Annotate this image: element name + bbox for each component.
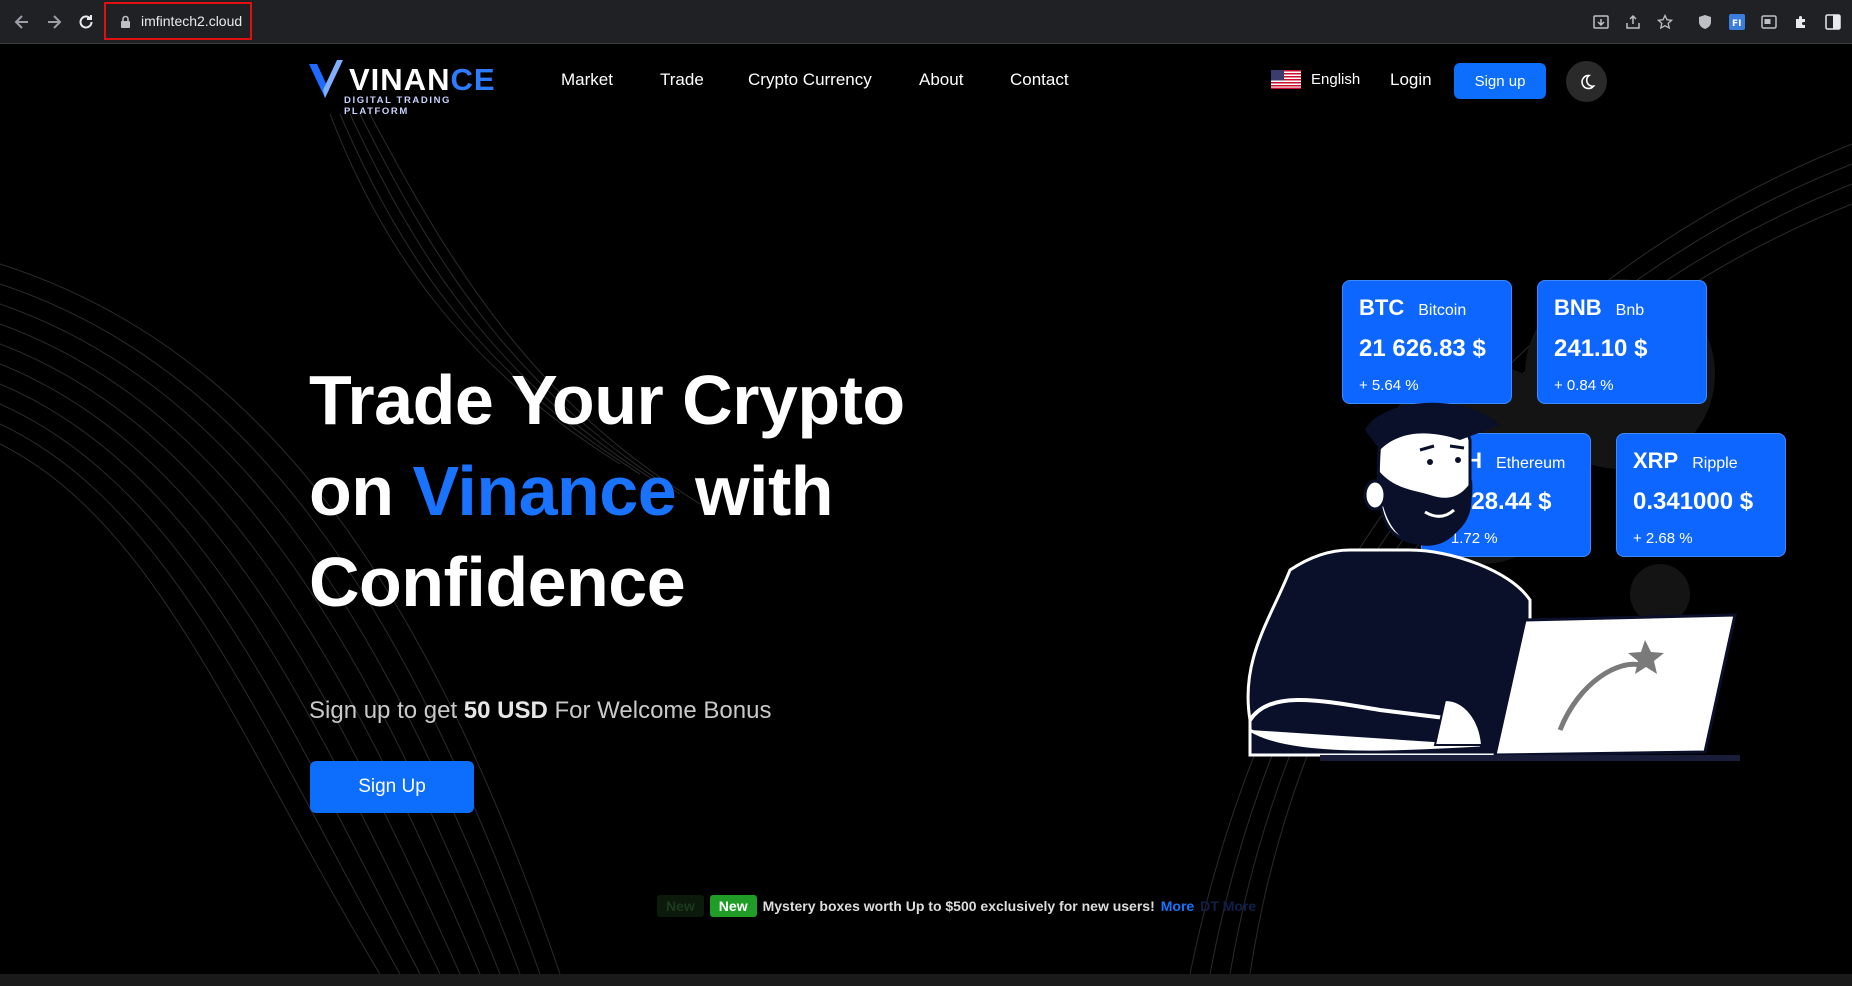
lock-icon — [121, 15, 130, 28]
logo-tagline: DIGITAL TRADING PLATFORM — [344, 95, 452, 117]
bookmark-star-icon[interactable] — [1654, 11, 1676, 33]
nav-contact[interactable]: Contact — [1010, 70, 1069, 90]
us-flag-icon — [1271, 70, 1301, 89]
moon-icon — [1580, 74, 1595, 89]
language-selector[interactable]: English — [1271, 70, 1360, 89]
login-link[interactable]: Login — [1390, 70, 1432, 90]
signup-button-hero[interactable]: Sign Up — [310, 761, 474, 813]
install-icon[interactable] — [1590, 11, 1612, 33]
announcement-ticker: New New Mystery boxes worth Up to $500 e… — [657, 893, 1256, 919]
ticker-ghost-badge: New — [657, 895, 704, 917]
trader-illustration — [1246, 402, 1740, 761]
shield-extension-icon[interactable] — [1694, 11, 1716, 33]
card-price: 241.10 $ — [1554, 335, 1648, 362]
card-change: + 5.64 % — [1359, 377, 1419, 394]
ticker-more-link[interactable]: More — [1161, 898, 1194, 914]
hero-line-2: on Vinance with — [309, 452, 834, 530]
forward-icon[interactable] — [42, 10, 66, 34]
hero-line-3: Confidence — [309, 543, 686, 621]
address-bar[interactable]: imfintech2.cloud — [104, 2, 252, 40]
window-extension-icon[interactable] — [1758, 11, 1780, 33]
extensions-puzzle-icon[interactable] — [1790, 11, 1812, 33]
theme-toggle-button[interactable] — [1566, 61, 1607, 102]
new-badge: New — [709, 895, 757, 917]
browser-toolbar: imfintech2.cloud FI — [0, 0, 1852, 44]
url-text: imfintech2.cloud — [141, 13, 243, 29]
side-panel-icon[interactable] — [1822, 11, 1844, 33]
footer-edge — [0, 974, 1852, 986]
signup-button-header[interactable]: Sign up — [1454, 63, 1546, 99]
share-icon[interactable] — [1622, 11, 1644, 33]
reload-icon[interactable] — [74, 10, 98, 34]
nav-trade[interactable]: Trade — [660, 70, 704, 90]
hero-line-1: Trade Your Crypto — [309, 361, 905, 439]
card-change: + 0.84 % — [1554, 377, 1614, 394]
ticker-trailing-text: DT More — [1200, 898, 1257, 914]
hero-heading: Trade Your Crypto on Vinance with Confid… — [309, 355, 989, 628]
vinance-logo[interactable]: VINANCE DIGITAL TRADING PLATFORM — [309, 58, 509, 117]
logo-v-mark — [309, 60, 343, 98]
crypto-card-btc[interactable]: BTC Bitcoin 21 626.83 $ + 5.64 % — [1342, 280, 1512, 404]
card-price: 21 626.83 $ — [1359, 335, 1486, 362]
crypto-card-bnb[interactable]: BNB Bnb 241.10 $ + 0.84 % — [1537, 280, 1707, 404]
logo-wordmark: VINANCE — [349, 62, 496, 97]
ticker-message: Mystery boxes worth Up to $500 exclusive… — [762, 898, 1155, 914]
nav-about[interactable]: About — [919, 70, 963, 90]
extension-fi-icon[interactable]: FI — [1726, 11, 1748, 33]
welcome-bonus-text: Sign up to get 50 USD For Welcome Bonus — [309, 697, 772, 724]
language-label: English — [1311, 71, 1361, 88]
svg-text:FI: FI — [1732, 19, 1742, 29]
nav-market[interactable]: Market — [561, 70, 613, 90]
back-icon[interactable] — [10, 10, 34, 34]
nav-crypto-currency[interactable]: Crypto Currency — [748, 70, 872, 90]
